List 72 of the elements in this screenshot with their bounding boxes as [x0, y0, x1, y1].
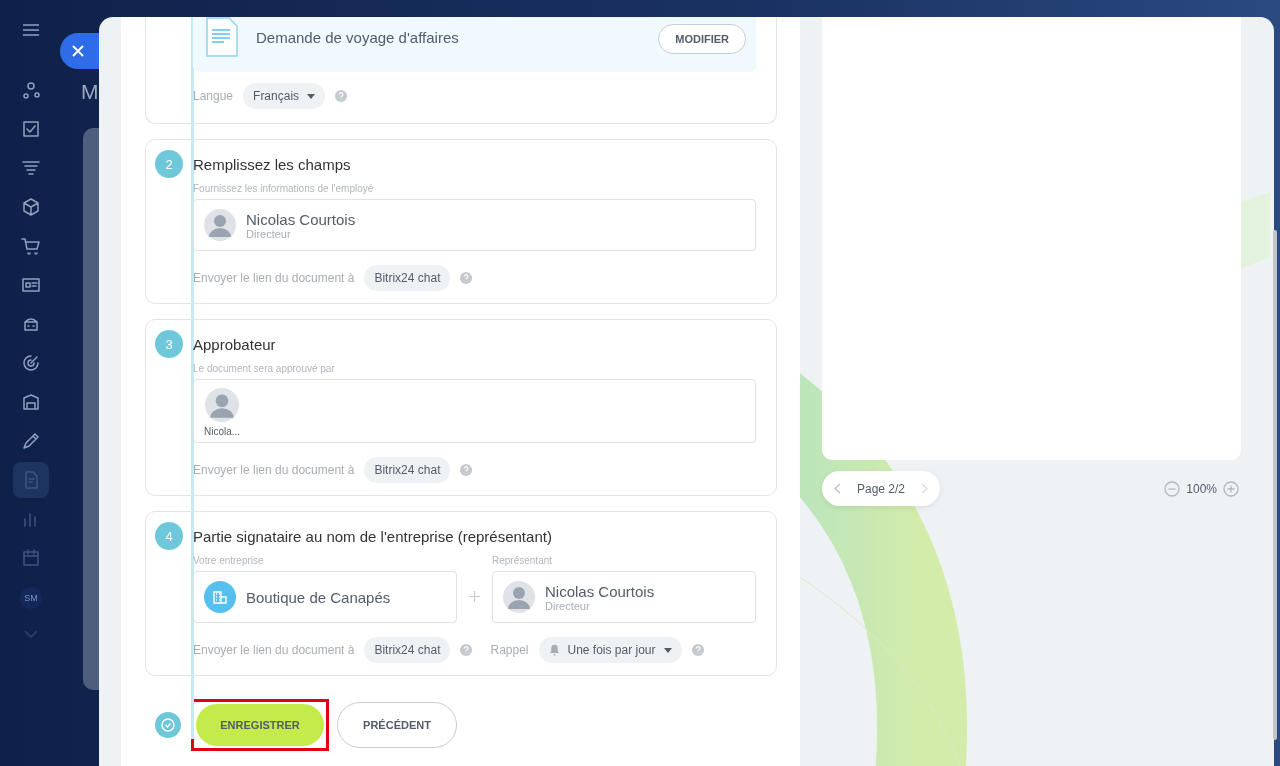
step-title: Remplissez les champs	[193, 155, 352, 175]
back-button[interactable]: PRÉCÉDENT	[337, 702, 457, 748]
chevron-down-icon[interactable]	[24, 630, 38, 638]
reminder-label: Rappel	[490, 643, 529, 657]
step-title: Approbateur	[193, 335, 277, 355]
avatar-icon	[503, 581, 535, 613]
person-name: Nicolas Courtois	[545, 582, 655, 600]
channel-selector[interactable]: Bitrix24 chat	[364, 637, 451, 663]
channel-selector[interactable]: Bitrix24 chat	[364, 265, 451, 291]
step-number: 3	[155, 330, 183, 358]
representative-field[interactable]: Nicolas Courtois Directeur	[492, 571, 756, 623]
help-icon[interactable]	[691, 644, 704, 656]
help-icon[interactable]	[460, 644, 473, 656]
menu-icon[interactable]	[23, 24, 39, 36]
close-icon	[72, 45, 84, 57]
sidebar-icon	[21, 431, 41, 451]
zoom-in-icon[interactable]	[1223, 480, 1239, 497]
zoom-out-icon[interactable]	[1164, 480, 1181, 497]
save-button[interactable]: ENREGISTRER	[196, 704, 324, 746]
zoom-level: 100%	[1186, 481, 1217, 496]
help-icon[interactable]	[335, 90, 348, 102]
reminder-dropdown[interactable]: Une fois par jour	[538, 637, 682, 663]
person-name: Nicolas Courtois	[246, 210, 356, 228]
send-label: Envoyer le lien du document à	[193, 271, 355, 285]
channel-selector[interactable]: Bitrix24 chat	[364, 457, 451, 483]
company-field[interactable]: Boutique de Canapés	[193, 571, 457, 623]
help-icon[interactable]	[460, 464, 473, 476]
building-icon	[204, 581, 236, 613]
sidebar-icon	[21, 80, 41, 100]
bell-icon	[548, 644, 560, 656]
document-icon	[205, 17, 239, 58]
scrollbar[interactable]	[1273, 230, 1277, 740]
field-hint: Représentant	[492, 555, 554, 566]
plus-icon	[469, 591, 480, 602]
help-icon[interactable]	[460, 272, 473, 284]
close-button[interactable]	[60, 33, 99, 69]
sidebar-icon	[21, 158, 41, 178]
caret-icon	[307, 93, 316, 99]
employee-field[interactable]: Nicolas Courtois Directeur	[193, 199, 756, 251]
send-label: Envoyer le lien du document à	[193, 463, 355, 477]
user-initials[interactable]: SM	[20, 587, 42, 609]
person-role: Directeur	[246, 227, 292, 240]
document-title: Demande de voyage d'affaires	[256, 29, 460, 46]
send-label: Envoyer le lien du document à	[193, 643, 355, 657]
sidebar-icon	[21, 119, 41, 139]
caret-icon	[663, 647, 672, 653]
field-hint: Votre entreprise	[193, 555, 265, 566]
chevron-right-icon[interactable]	[921, 483, 929, 494]
check-circle-icon	[155, 712, 181, 738]
avatar-icon	[205, 388, 240, 422]
person-name: Nicola...	[204, 426, 241, 437]
field-hint: Le document sera approuvé par	[193, 363, 336, 374]
sidebar-icon	[21, 548, 41, 568]
chevron-left-icon[interactable]	[834, 483, 841, 494]
sidebar-icon	[21, 275, 41, 295]
step-number: 4	[155, 522, 183, 550]
sidebar-icon	[21, 197, 41, 217]
person-role: Directeur	[545, 599, 591, 612]
company-name: Boutique de Canapés	[246, 588, 391, 606]
field-hint: Fournissez les informations de l'employé	[193, 183, 375, 194]
step-number: 2	[155, 150, 183, 178]
approver-field[interactable]: Nicola...	[193, 379, 756, 443]
language-label: Langue	[193, 89, 234, 103]
page-indicator: Page 2/2	[857, 481, 906, 496]
modify-button[interactable]: MODIFIER	[658, 23, 746, 54]
avatar-icon	[204, 209, 236, 241]
sidebar-icon	[21, 353, 41, 373]
page-title: M	[81, 80, 99, 104]
step-title: Partie signataire au nom de l'entreprise (représentant)	[193, 527, 553, 547]
sidebar-icon	[21, 392, 41, 412]
sidebar-icon	[21, 236, 41, 256]
language-dropdown[interactable]: Français	[243, 83, 326, 109]
